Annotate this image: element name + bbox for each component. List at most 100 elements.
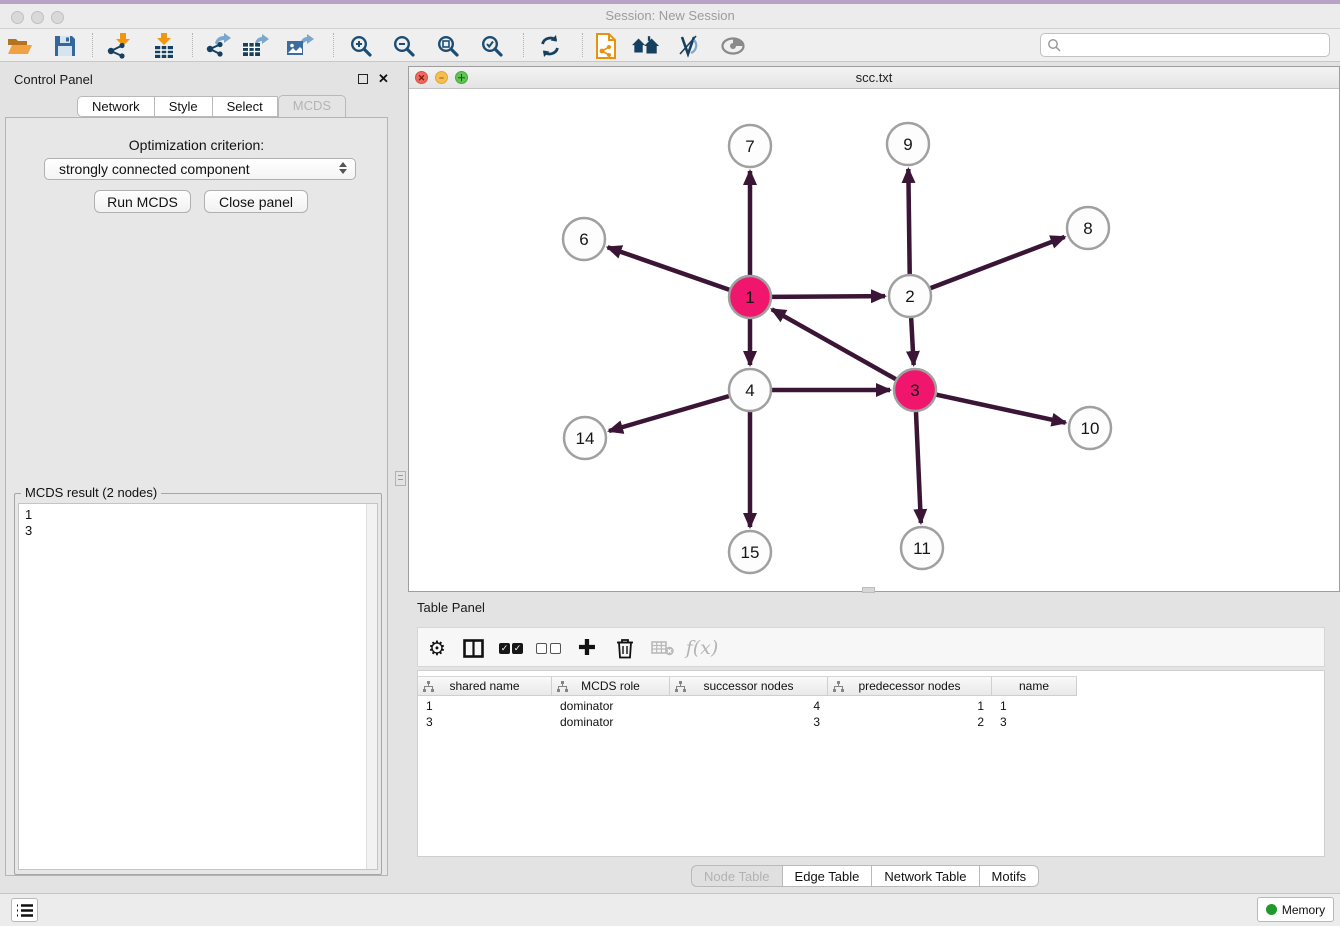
search-input[interactable] (1065, 38, 1329, 53)
show-graphics-details-icon[interactable] (719, 32, 747, 59)
graph-edge-3-1[interactable] (772, 309, 896, 379)
minimize-window-button[interactable] (31, 11, 44, 24)
memory-status-icon (1266, 904, 1277, 915)
column-header[interactable]: name (992, 677, 1077, 695)
selected-option: strongly connected component (59, 161, 250, 177)
result-line: 1 (25, 507, 377, 523)
panel-splitter-handle[interactable] (395, 471, 406, 486)
column-header[interactable]: shared name (418, 677, 552, 695)
column-label: name (1019, 679, 1049, 693)
import-network-icon[interactable] (104, 32, 132, 59)
close-panel-button[interactable]: Close panel (204, 190, 308, 213)
tab-node-table[interactable]: Node Table (691, 865, 783, 887)
graph-edge-2-3[interactable] (911, 318, 914, 365)
delete-column-icon[interactable] (611, 635, 639, 661)
cell-mcds-role[interactable]: dominator (552, 698, 670, 714)
table-row[interactable]: 1 dominator 4 1 1 (418, 698, 1077, 714)
toolbar-separator (92, 33, 93, 57)
zoom-out-icon[interactable] (390, 32, 418, 59)
graph-edge-4-14[interactable] (609, 396, 729, 431)
result-scrollbar[interactable] (366, 504, 377, 869)
select-all-icon[interactable]: ✓✓ (497, 635, 525, 661)
graph-edge-3-10[interactable] (936, 395, 1065, 423)
home-networks-icon[interactable] (632, 32, 660, 59)
network-frame-titlebar[interactable]: ✕ − ＋ scc.txt (409, 67, 1339, 89)
close-window-button[interactable] (11, 11, 24, 24)
table-settings-icon[interactable]: ⚙ (423, 635, 451, 661)
window-titlebar[interactable]: Session: New Session (0, 4, 1340, 29)
refresh-layout-icon[interactable] (536, 32, 564, 59)
control-panel-title: Control Panel (14, 72, 93, 87)
graph-edge-3-11[interactable] (916, 412, 921, 523)
tab-style[interactable]: Style (155, 96, 213, 117)
control-panel-header: Control Panel ✕ (0, 66, 393, 94)
delete-table-icon[interactable] (648, 635, 676, 661)
float-panel-icon[interactable] (358, 74, 368, 84)
graph-edge-2-8[interactable] (931, 237, 1065, 288)
mcds-result-title: MCDS result (2 nodes) (21, 485, 161, 500)
search-icon (1047, 38, 1061, 52)
toolbar-separator (192, 33, 193, 57)
open-session-icon[interactable] (6, 32, 34, 59)
graph-edge-1-6[interactable] (608, 247, 730, 289)
zoom-selected-icon[interactable] (478, 32, 506, 59)
cell-predecessor-nodes[interactable]: 1 (828, 698, 992, 714)
close-panel-icon[interactable]: ✕ (378, 71, 389, 87)
task-history-button[interactable] (11, 898, 38, 922)
graph-node-label: 4 (745, 381, 754, 400)
attribute-icon (557, 681, 568, 692)
cell-mcds-role[interactable]: dominator (552, 714, 670, 730)
function-builder-icon[interactable]: f(x) (684, 635, 720, 661)
column-label: shared name (449, 679, 519, 693)
window-title: Session: New Session (0, 4, 1340, 28)
save-session-icon[interactable] (51, 32, 79, 59)
zoom-window-button[interactable] (51, 11, 64, 24)
zoom-fit-icon[interactable] (434, 32, 462, 59)
cell-successor-nodes[interactable]: 3 (670, 714, 828, 730)
frame-close-button[interactable]: ✕ (415, 71, 428, 84)
frame-minimize-button[interactable]: − (435, 71, 448, 84)
graph-edge-2-9[interactable] (908, 169, 909, 274)
cell-shared-name[interactable]: 3 (418, 714, 552, 730)
graph-node-label: 10 (1081, 419, 1100, 438)
network-view-frame[interactable]: ✕ − ＋ scc.txt 7968124314101511 (408, 66, 1340, 592)
graph-edge-1-2[interactable] (772, 296, 885, 297)
cell-name[interactable]: 3 (992, 714, 1077, 730)
zoom-in-icon[interactable] (347, 32, 375, 59)
tab-motifs[interactable]: Motifs (980, 865, 1040, 887)
split-panel-icon[interactable] (459, 635, 487, 661)
result-line: 3 (25, 523, 377, 539)
table-row[interactable]: 3 dominator 3 2 3 (418, 714, 1077, 730)
export-table-icon[interactable] (242, 32, 270, 59)
import-table-icon[interactable] (150, 32, 178, 59)
cell-successor-nodes[interactable]: 4 (670, 698, 828, 714)
add-column-icon[interactable]: ✚ (573, 635, 601, 661)
cell-name[interactable]: 1 (992, 698, 1077, 714)
tab-network[interactable]: Network (77, 96, 155, 117)
memory-button[interactable]: Memory (1257, 897, 1334, 922)
hide-annotations-icon[interactable] (675, 32, 703, 59)
column-header[interactable]: successor nodes (670, 677, 828, 695)
tab-select[interactable]: Select (213, 96, 278, 117)
tab-edge-table[interactable]: Edge Table (783, 865, 873, 887)
deselect-all-icon[interactable] (534, 635, 562, 661)
network-graph[interactable]: 7968124314101511 (409, 89, 1339, 591)
column-label: MCDS role (581, 679, 640, 693)
cell-shared-name[interactable]: 1 (418, 698, 552, 714)
tab-network-table[interactable]: Network Table (872, 865, 979, 887)
mcds-result-textarea[interactable]: 1 3 (18, 503, 378, 870)
frame-maximize-button[interactable]: ＋ (455, 71, 468, 84)
mcds-panel: Optimization criterion: strongly connect… (5, 117, 388, 876)
export-image-icon[interactable] (286, 32, 314, 59)
export-network-icon[interactable] (204, 32, 232, 59)
column-header[interactable]: MCDS role (552, 677, 670, 695)
network-from-file-icon[interactable] (592, 32, 620, 59)
toolbar-separator (582, 33, 583, 57)
column-header[interactable]: predecessor nodes (828, 677, 992, 695)
optimization-criterion-select[interactable]: strongly connected component (44, 158, 356, 180)
run-mcds-button[interactable]: Run MCDS (94, 190, 191, 213)
tab-mcds[interactable]: MCDS (278, 95, 346, 118)
node-table[interactable]: shared name MCDS role successor nodes pr… (417, 670, 1325, 857)
cell-predecessor-nodes[interactable]: 2 (828, 714, 992, 730)
search-field[interactable] (1040, 33, 1330, 57)
